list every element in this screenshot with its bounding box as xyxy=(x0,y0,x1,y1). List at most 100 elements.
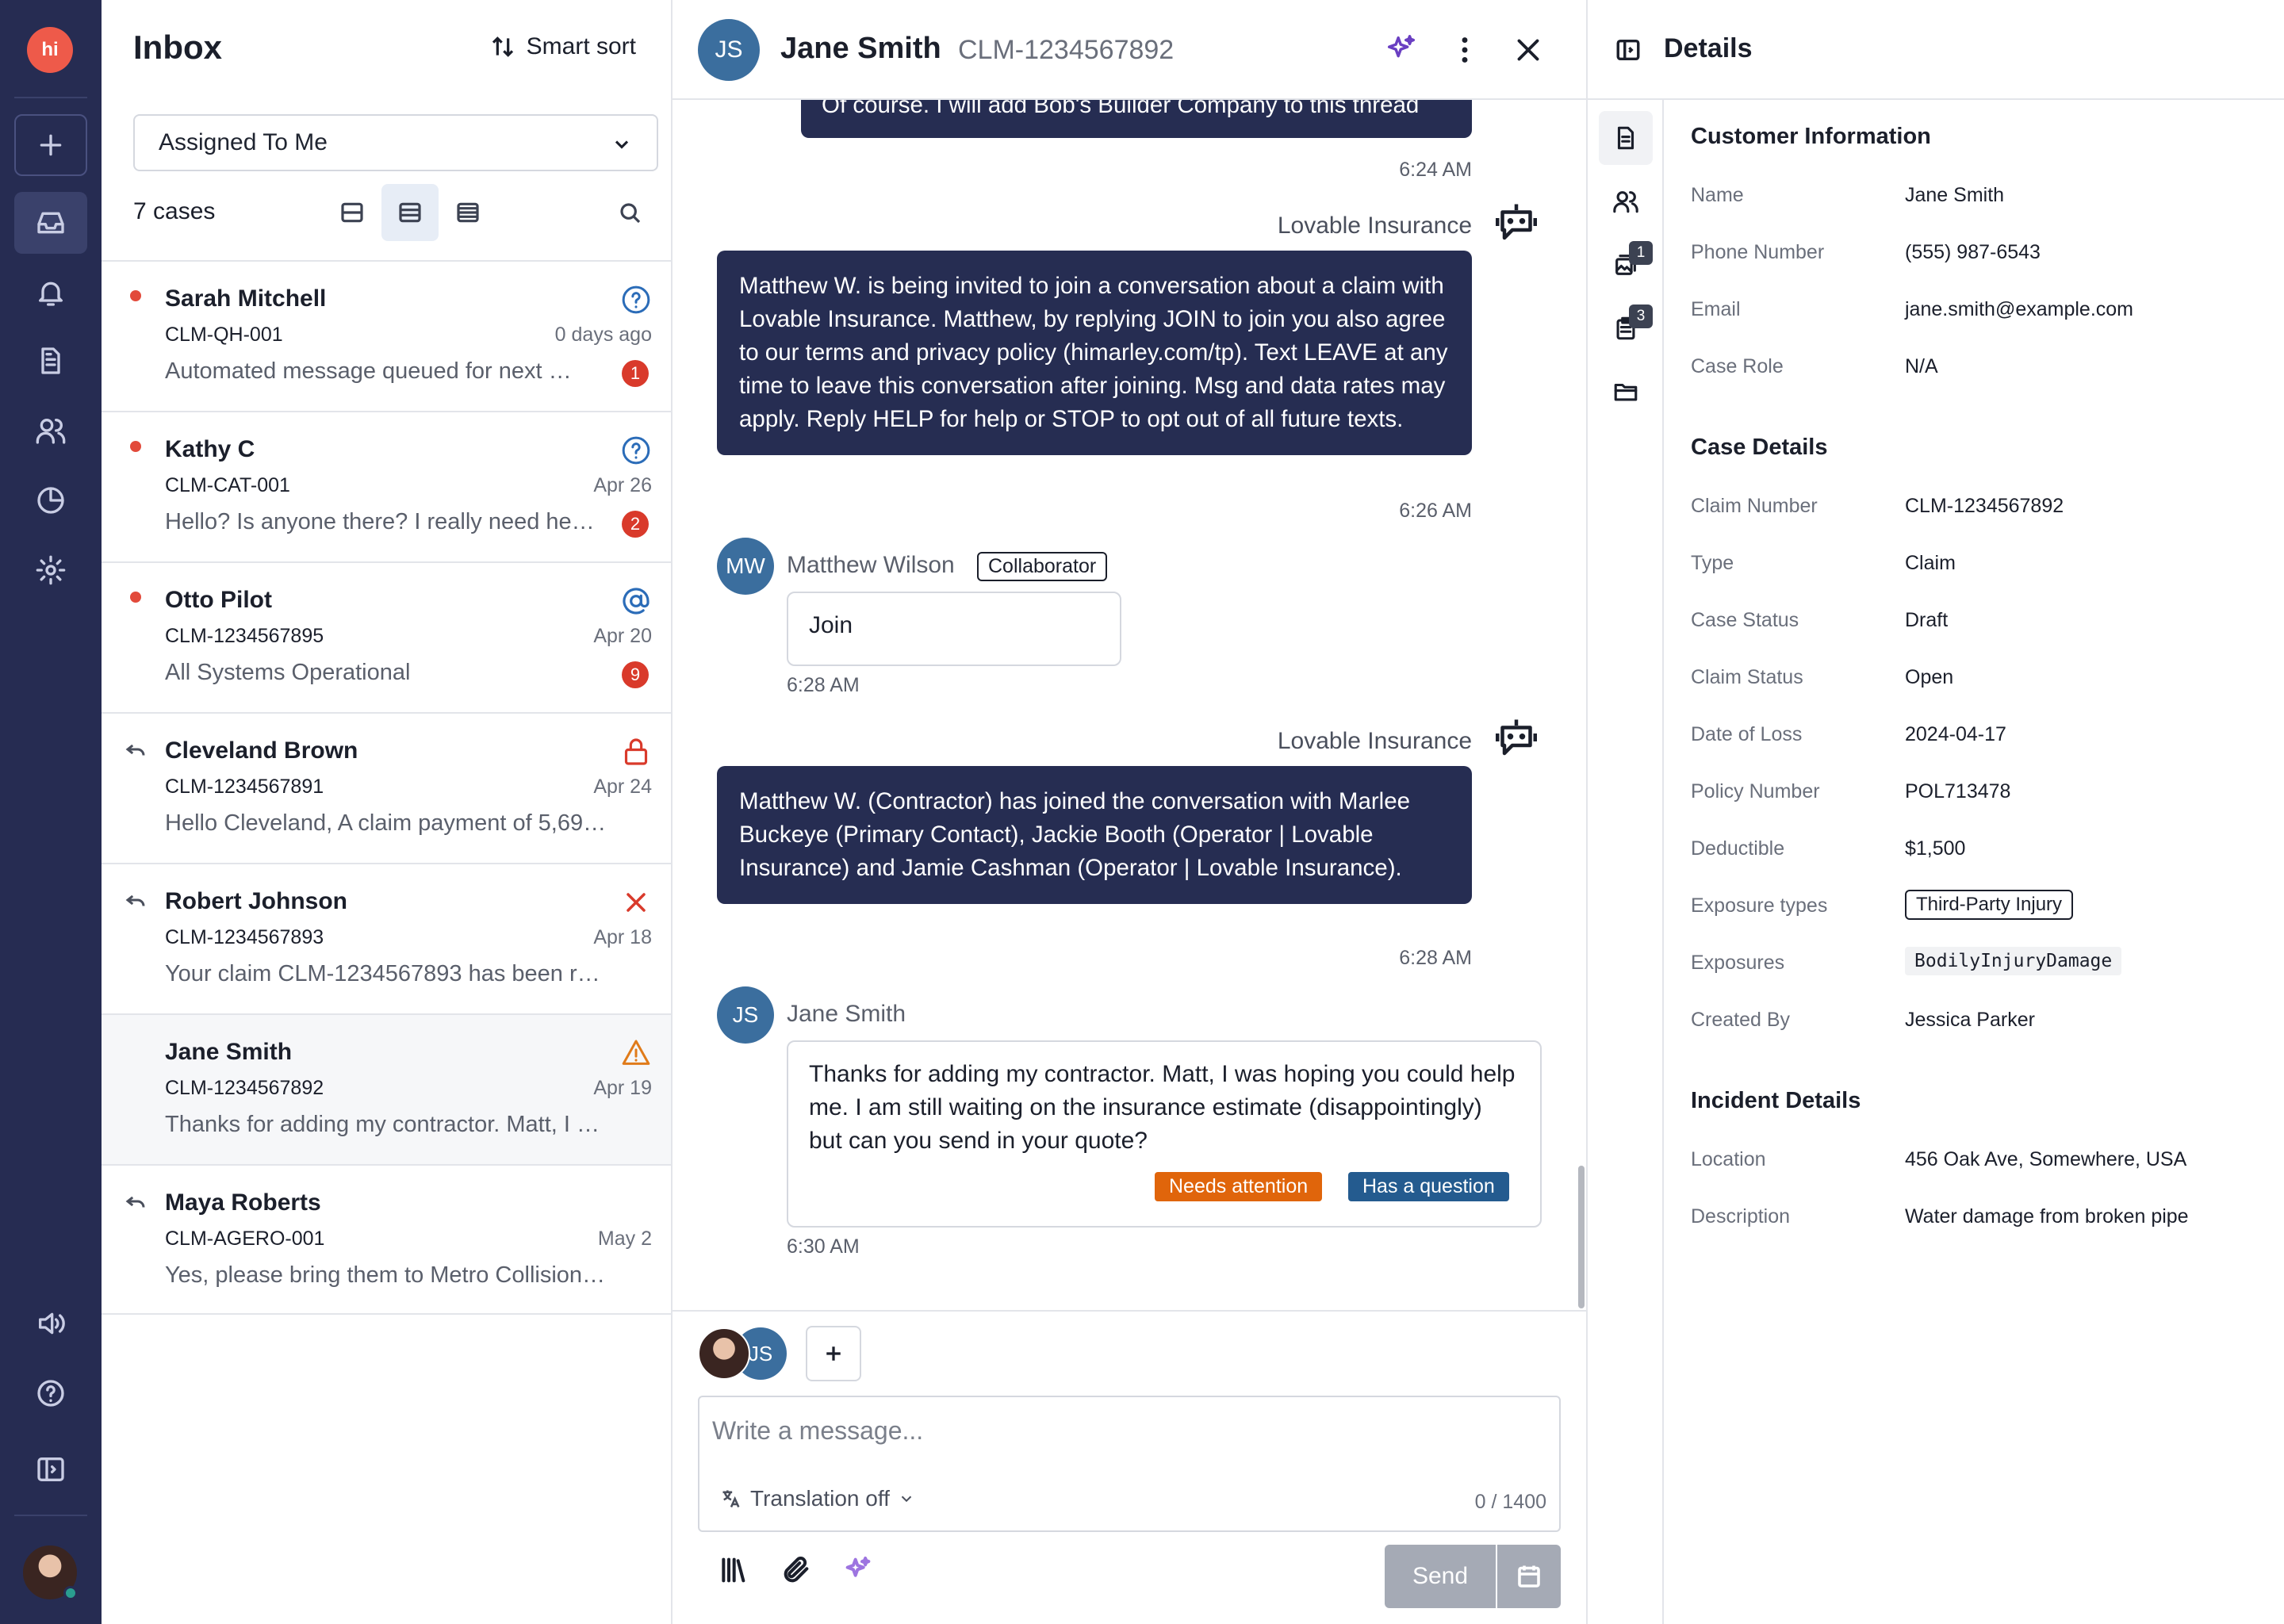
search-cases-button[interactable] xyxy=(601,184,658,241)
case-name: Maya Roberts xyxy=(165,1189,321,1216)
message-input[interactable] xyxy=(712,1407,1545,1454)
layout-split-icon xyxy=(341,202,363,223)
case-role-value: N/A xyxy=(1905,355,1938,377)
field-label: Date of Loss xyxy=(1691,723,1803,745)
tab-media[interactable]: 1 xyxy=(1599,238,1653,292)
assignment-filter-select[interactable]: Assigned To Me xyxy=(133,114,658,171)
nav-users[interactable] xyxy=(14,400,87,462)
tab-notes[interactable]: 3 xyxy=(1599,301,1653,355)
nav-inbox[interactable] xyxy=(14,192,87,254)
nav-notifications[interactable] xyxy=(14,262,87,324)
message-sender: Lovable Insurance xyxy=(1277,728,1472,754)
nav-help[interactable] xyxy=(14,1362,87,1424)
lock-icon xyxy=(624,738,648,765)
close-icon[interactable] xyxy=(1510,32,1546,68)
send-button[interactable]: Send xyxy=(1385,1545,1496,1608)
participant-avatar[interactable] xyxy=(698,1327,750,1380)
folder-icon xyxy=(1614,383,1638,401)
notes-count-badge: 3 xyxy=(1629,304,1653,328)
case-list-item[interactable]: Kathy C CLM-CAT-001 Apr 26 Hello? Is any… xyxy=(102,411,671,561)
case-list-item[interactable]: Robert Johnson CLM-1234567893 Apr 18 You… xyxy=(102,863,671,1013)
field-label: Claim Status xyxy=(1691,666,1803,688)
templates-button[interactable] xyxy=(714,1551,752,1589)
field-label: Phone Number xyxy=(1691,241,1825,263)
schedule-send-button[interactable] xyxy=(1497,1545,1561,1608)
message-time: 6:30 AM xyxy=(787,1235,860,1258)
case-claim-number: CLM-1234567892 xyxy=(165,1077,324,1099)
has-question-tag[interactable]: Has a question xyxy=(1348,1172,1509,1201)
contact-name: Jane Smith xyxy=(780,32,941,65)
sidebar-toggle-icon xyxy=(37,1457,64,1481)
case-date: Apr 19 xyxy=(593,1077,652,1099)
location-value: 456 Oak Ave, Somewhere, USA xyxy=(1905,1148,2187,1170)
tab-files[interactable] xyxy=(1599,365,1653,419)
message-box: Translation off 0 / 1400 xyxy=(698,1396,1561,1532)
inbox-panel: Inbox Smart sort Assigned To Me 7 cases … xyxy=(102,0,673,1624)
smart-sort-button[interactable]: Smart sort xyxy=(490,33,636,60)
view-comfortable-button[interactable] xyxy=(381,184,439,241)
details-panel: Details 1 3 Customer Information Name Ja… xyxy=(1586,0,2284,1624)
more-options-icon[interactable] xyxy=(1447,32,1483,68)
rail-divider xyxy=(14,97,87,98)
field-label: Email xyxy=(1691,298,1741,320)
paperclip-icon xyxy=(784,1557,809,1583)
needs-attention-tag[interactable]: Needs attention xyxy=(1155,1172,1323,1201)
message-text: Matthew W. is being invited to join a co… xyxy=(739,273,1448,432)
translation-toggle[interactable]: Translation off xyxy=(720,1486,915,1511)
case-list-item[interactable]: Jane Smith CLM-1234567892 Apr 19 Thanks … xyxy=(102,1013,671,1164)
case-date: May 2 xyxy=(597,1228,652,1250)
add-participant-button[interactable] xyxy=(806,1326,861,1381)
thread-scrollbar[interactable] xyxy=(1578,1166,1585,1308)
field-label: Description xyxy=(1691,1205,1791,1228)
exposure-type-chip: Third-Party Injury xyxy=(1905,890,2074,920)
collapse-panel-icon[interactable] xyxy=(1615,36,1642,63)
message-time: 6:28 AM xyxy=(1399,947,1472,969)
filter-value: Assigned To Me xyxy=(159,129,328,155)
case-list-item[interactable]: Cleveland Brown CLM-1234567891 Apr 24 He… xyxy=(102,712,671,863)
view-compact-button[interactable] xyxy=(324,184,381,241)
attach-file-button[interactable] xyxy=(777,1551,815,1589)
case-list-item[interactable]: Sarah Mitchell CLM-QH-001 0 days ago Aut… xyxy=(102,260,671,411)
conversation-header: JS Jane Smith CLM-1234567892 xyxy=(673,0,1586,100)
message-text: Thanks for adding my contractor. Matt, I… xyxy=(809,1061,1516,1154)
tab-participants[interactable] xyxy=(1599,174,1653,228)
created-by-value: Jessica Parker xyxy=(1905,1009,2035,1031)
date-of-loss-value: 2024-04-17 xyxy=(1905,723,2006,745)
sort-arrows-icon xyxy=(492,36,513,57)
field-label: Type xyxy=(1691,552,1734,574)
case-preview: Yes, please bring them to Metro Collisio… xyxy=(165,1262,609,1288)
claim-number-value: CLM-1234567892 xyxy=(1905,495,2064,517)
case-claim-number: CLM-1234567895 xyxy=(165,625,324,647)
outgoing-message: Of course. I will add Bob's Builder Comp… xyxy=(801,100,1472,138)
unread-dot xyxy=(130,441,141,452)
case-list-item[interactable]: Maya Roberts CLM-AGERO-001 May 2 Yes, pl… xyxy=(102,1164,671,1315)
nav-reports[interactable] xyxy=(14,469,87,531)
phone-number-value: (555) 987-6543 xyxy=(1905,241,2041,263)
message-sender: Matthew Wilson xyxy=(787,552,955,578)
nav-settings[interactable] xyxy=(14,539,87,601)
nav-announcements[interactable] xyxy=(14,1293,87,1354)
ai-sparkle-icon[interactable] xyxy=(1383,32,1420,68)
reply-icon xyxy=(125,894,145,906)
outgoing-message: Matthew W. (Contractor) has joined the c… xyxy=(717,766,1472,904)
new-conversation-button[interactable] xyxy=(14,114,87,176)
speaker-icon xyxy=(39,1312,65,1335)
layout-list-icon xyxy=(457,202,479,223)
sender-avatar: JS xyxy=(717,986,774,1044)
message-sender: Lovable Insurance xyxy=(1277,213,1472,239)
tab-case-info[interactable] xyxy=(1599,111,1653,165)
incident-details-title: Incident Details xyxy=(1691,1088,1861,1113)
nav-collapse-sidebar[interactable] xyxy=(14,1438,87,1500)
chevron-down-icon xyxy=(901,1496,912,1503)
ai-assist-button[interactable] xyxy=(839,1551,877,1589)
question-icon xyxy=(622,436,650,465)
nav-documents[interactable] xyxy=(14,330,87,392)
case-details-title: Case Details xyxy=(1691,435,1828,460)
view-dense-button[interactable] xyxy=(439,184,496,241)
reply-icon xyxy=(125,744,145,756)
layout-rows-icon xyxy=(399,202,421,223)
app-logo[interactable]: hi xyxy=(27,27,73,73)
case-name: Kathy C xyxy=(165,436,255,462)
field-label: Deductible xyxy=(1691,837,1785,860)
case-list-item[interactable]: Otto Pilot CLM-1234567895 Apr 20 All Sys… xyxy=(102,561,671,712)
